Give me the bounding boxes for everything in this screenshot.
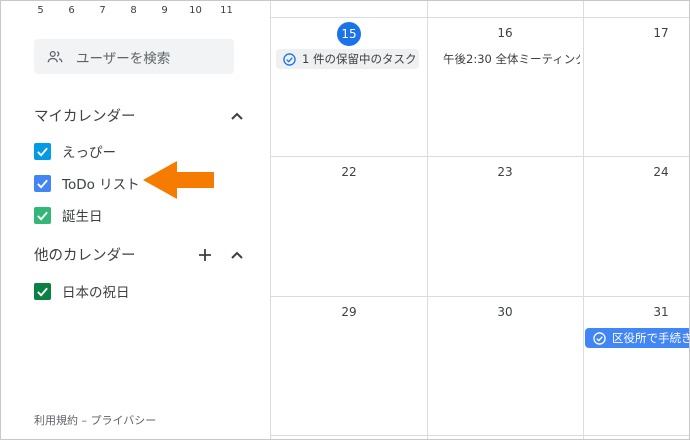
other-calendars-title: 他のカレンダー: [34, 248, 136, 264]
other-calendars-header[interactable]: 他のカレンダー: [34, 244, 244, 265]
add-icon[interactable]: [198, 248, 212, 262]
mini-day[interactable]: 9: [149, 5, 180, 16]
month-grid: 15 16 17 1 件の保留中のタスク 午後2:30 全体ミーティング 22 …: [270, 1, 690, 439]
task-chip-31[interactable]: 区役所で手続き: [585, 328, 690, 348]
search-placeholder: ユーザーを検索: [76, 50, 171, 67]
event-label: 午後2:30 全体ミーティング: [443, 52, 580, 66]
search-users-input[interactable]: ユーザーを検索: [34, 39, 234, 74]
day-number[interactable]: 24: [583, 165, 689, 179]
day-number[interactable]: 23: [427, 165, 583, 179]
check-icon: [37, 179, 48, 189]
mini-day[interactable]: 7: [87, 5, 118, 16]
mini-day[interactable]: 11: [211, 5, 242, 16]
calendar-label: ToDo リスト: [62, 177, 140, 193]
day-number[interactable]: 17: [583, 26, 689, 40]
check-icon: [37, 147, 48, 157]
day-number[interactable]: 29: [271, 305, 427, 319]
checkbox-checked[interactable]: [34, 206, 51, 224]
my-calendars-title: マイカレンダー: [34, 109, 136, 125]
calendar-item-ebby[interactable]: えっぴー: [34, 141, 116, 161]
calendar-item-birthdays[interactable]: 誕生日: [34, 205, 103, 225]
mini-day[interactable]: 6: [56, 5, 87, 16]
mini-calendar-days: 5 6 7 8 9 10 11: [25, 5, 242, 16]
event-chip[interactable]: 午後2:30 全体ミーティング: [436, 49, 580, 69]
calendar-item-todo-list[interactable]: ToDo リスト: [34, 173, 140, 193]
day-cell-15[interactable]: 15: [271, 22, 427, 46]
people-icon: [47, 50, 63, 62]
orange-arrow-icon: [143, 161, 214, 199]
checkbox-checked[interactable]: [34, 174, 51, 192]
calendar-label: 日本の祝日: [62, 285, 130, 301]
calendar-label: えっぴー: [62, 145, 116, 161]
check-icon: [37, 211, 48, 221]
checkbox-checked[interactable]: [34, 282, 51, 300]
task-check-icon: [283, 52, 296, 66]
task-chip-label: 1 件の保留中のタスク: [302, 52, 417, 66]
my-calendars-header[interactable]: マイカレンダー: [34, 105, 244, 126]
day-number[interactable]: 31: [583, 305, 689, 319]
task-check-icon: [593, 331, 606, 345]
checkbox-checked[interactable]: [34, 142, 51, 160]
mini-day[interactable]: 5: [25, 5, 56, 16]
chevron-up-icon[interactable]: [230, 109, 244, 123]
day-number[interactable]: 16: [427, 26, 583, 40]
chevron-up-icon[interactable]: [230, 248, 244, 262]
footer-links[interactable]: 利用規約 – プライバシー: [34, 412, 156, 428]
today-badge[interactable]: 15: [337, 22, 361, 46]
check-icon: [37, 287, 48, 297]
sidebar: 5 6 7 8 9 10 11 ユーザーを検索 マイカレンダー えっぴー ToD…: [1, 1, 270, 439]
day-number[interactable]: 22: [271, 165, 427, 179]
day-number[interactable]: 30: [427, 305, 583, 319]
mini-day[interactable]: 10: [180, 5, 211, 16]
task-chip[interactable]: 1 件の保留中のタスク: [276, 49, 419, 69]
calendar-label: 誕生日: [62, 209, 103, 225]
task-chip-label: 区役所で手続き: [612, 331, 690, 345]
calendar-window: 5 6 7 8 9 10 11 ユーザーを検索 マイカレンダー えっぴー ToD…: [0, 0, 690, 440]
calendar-item-japan-holidays[interactable]: 日本の祝日: [34, 281, 130, 301]
mini-day[interactable]: 8: [118, 5, 149, 16]
